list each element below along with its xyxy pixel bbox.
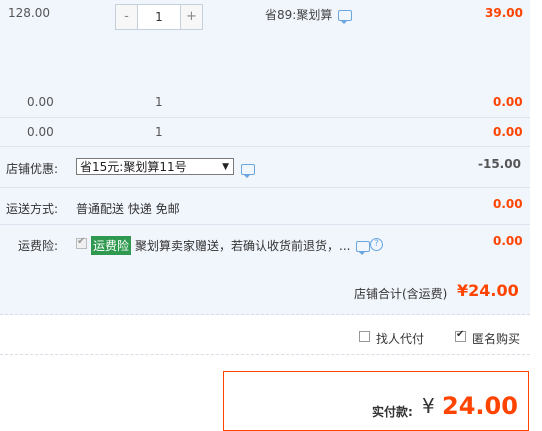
- insurance-amount: 0.00: [493, 234, 523, 248]
- decrease-button[interactable]: -: [116, 5, 137, 29]
- payment-amount: 24.00: [442, 392, 518, 420]
- section-divider: [0, 354, 530, 355]
- extra-row-price: 0.00: [27, 125, 54, 139]
- extra-row-price: 0.00: [27, 95, 54, 109]
- increase-button[interactable]: +: [181, 5, 202, 29]
- item-subtotal: 39.00: [485, 6, 523, 20]
- row-divider: [0, 117, 530, 118]
- proxy-pay-checkbox[interactable]: [359, 329, 370, 343]
- shop-coupon-label: 店铺优惠:: [6, 162, 59, 176]
- insurance-tag: 运费险: [91, 236, 132, 255]
- extra-row-subtotal: 0.00: [493, 125, 523, 139]
- quantity-stepper[interactable]: - 1 +: [115, 4, 203, 30]
- discount-note: 省89:聚划算: [265, 8, 333, 22]
- row-divider: [0, 224, 530, 225]
- help-icon[interactable]: ?: [370, 238, 383, 251]
- shop-coupon-selected: 省15元:聚划算11号: [80, 160, 187, 174]
- chat-icon[interactable]: [356, 239, 370, 255]
- shop-coupon-select[interactable]: 省15元:聚划算11号 ▼: [76, 158, 234, 175]
- extra-row-subtotal: 0.00: [493, 95, 523, 109]
- insurance-text: 聚划算卖家赠送，若确认收货前退货，...: [135, 239, 351, 253]
- proxy-pay-label[interactable]: 找人代付: [376, 330, 424, 347]
- extra-row-quantity: 1: [155, 95, 163, 109]
- payment-summary-box: 实付款: ¥ 24.00: [223, 371, 529, 431]
- chevron-down-icon: ▼: [222, 162, 229, 172]
- insurance-label: 运费险:: [18, 239, 59, 253]
- anonymous-label[interactable]: 匿名购买: [472, 330, 520, 347]
- shipping-amount: 0.00: [493, 197, 523, 211]
- shop-total-amount: ¥24.00: [457, 281, 519, 300]
- chat-icon[interactable]: [241, 162, 255, 178]
- quantity-input[interactable]: 1: [137, 5, 181, 29]
- chat-icon[interactable]: [338, 8, 352, 24]
- shipping-method: 普通配送 快递 免邮: [76, 202, 180, 216]
- row-divider: [0, 187, 530, 188]
- payment-label: 实付款:: [372, 405, 413, 419]
- shipping-label: 运送方式:: [6, 202, 59, 216]
- extra-row-quantity: 1: [155, 125, 163, 139]
- unit-price: 128.00: [8, 6, 50, 20]
- anonymous-checkbox[interactable]: [455, 329, 466, 343]
- shop-coupon-amount: -15.00: [478, 157, 521, 171]
- shop-total-label: 店铺合计(含运费): [354, 287, 448, 301]
- insurance-checkbox[interactable]: [76, 236, 87, 250]
- payment-currency: ¥: [422, 394, 435, 418]
- section-divider: [0, 314, 530, 315]
